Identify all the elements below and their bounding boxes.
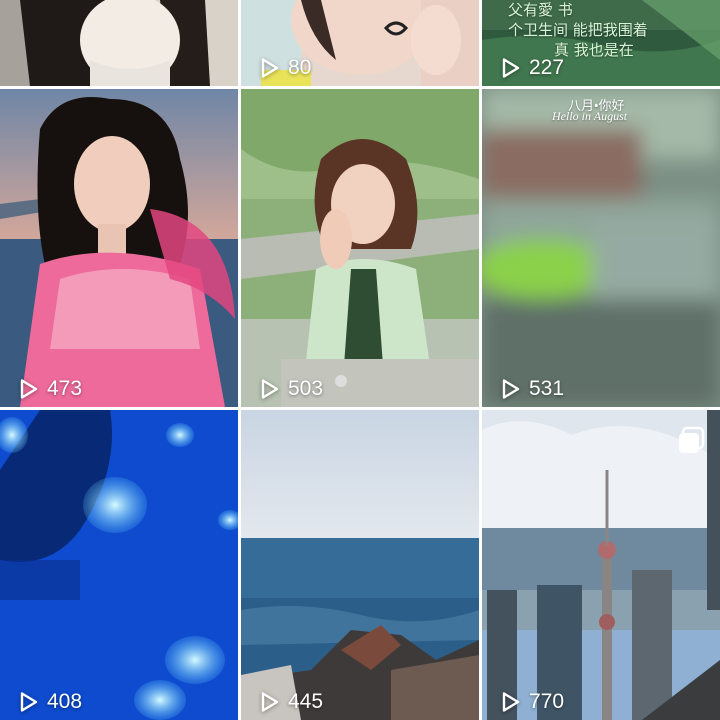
video-tile-r1c2[interactable]: 80 [241,0,479,86]
tile-thumbnail [241,89,479,407]
tile-thumbnail [482,89,720,407]
video-tile-r3c2[interactable]: 445 [241,410,479,720]
overlay-caption: 父有愛 书 个卫生间 能把我围着 真 我也是在 [508,0,648,60]
overlay-line: 个卫生间 能把我围着 [508,21,648,39]
tile-thumbnail [0,410,238,720]
video-tile-r2c2[interactable]: 503 [241,89,479,407]
video-tile-r2c1[interactable]: 473 [0,89,238,407]
tile-thumbnail [482,410,720,720]
video-tile-r1c1[interactable] [0,0,238,86]
tile-thumbnail [0,0,238,86]
video-tile-r1c3[interactable]: 父有愛 书 个卫生间 能把我围着 真 我也是在 227 [482,0,720,86]
video-tile-r3c1[interactable]: 408 [0,410,238,720]
tile-thumbnail [0,89,238,407]
video-grid: 80 父有愛 书 个卫生间 能把我围着 真 我也是在 227 473 503 八… [0,0,720,720]
overlay-line: 父有愛 书 [508,1,573,19]
overlay-subtitle: Hello in August [552,109,628,123]
multi-photo-icon [679,426,705,453]
tile-thumbnail [241,0,479,86]
video-tile-r3c3[interactable]: 770 [482,410,720,720]
overlay-line: 真 我也是在 [554,41,634,59]
video-tile-r2c3[interactable]: 八月•你好 Hello in August 531 [482,89,720,407]
tile-thumbnail [241,410,479,720]
